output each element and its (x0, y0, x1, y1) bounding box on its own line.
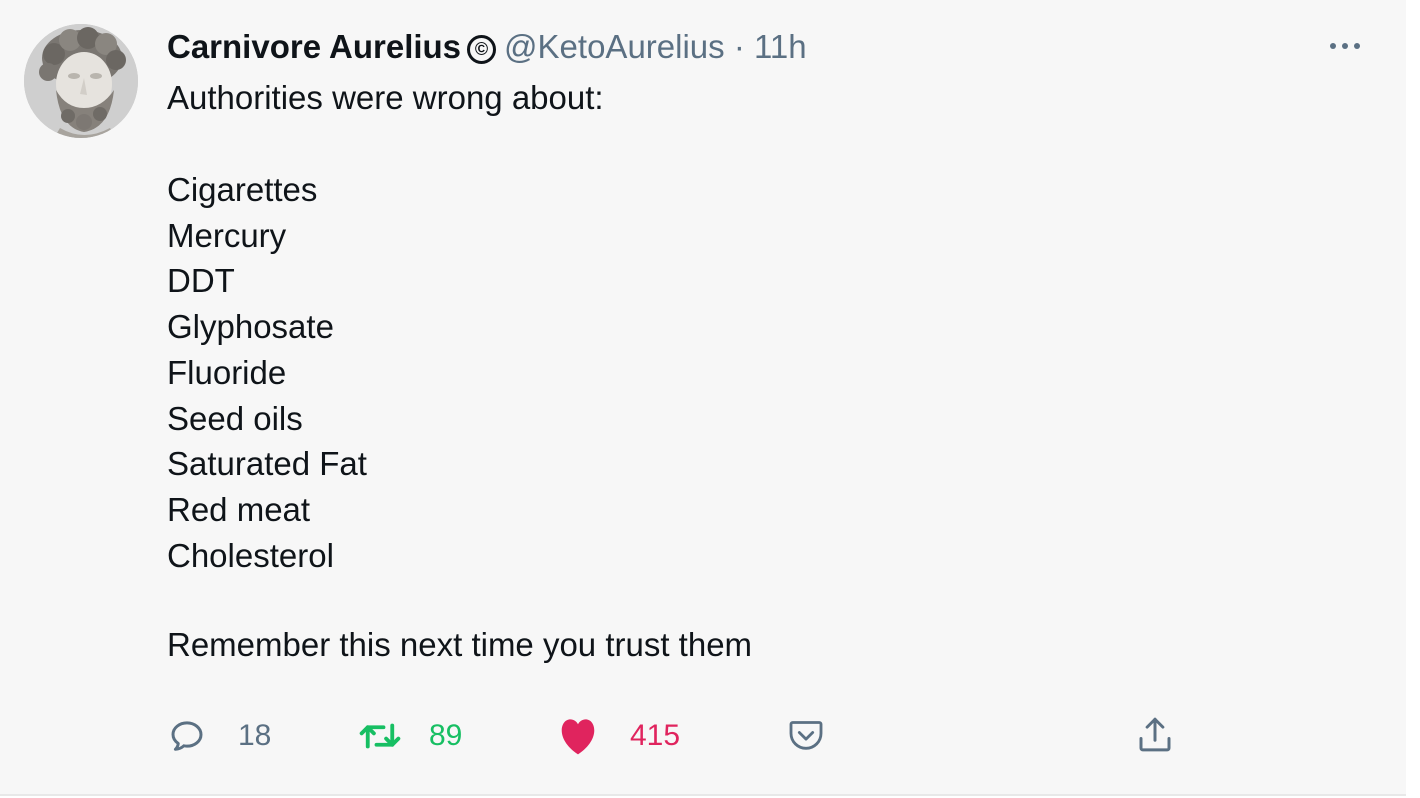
retweet-button[interactable]: 89 (357, 715, 462, 757)
list-item: Mercury (167, 216, 287, 254)
more-icon[interactable] (1330, 36, 1370, 56)
list-item: Glyphosate (167, 308, 334, 346)
share-icon (1139, 717, 1171, 752)
tweet-card: Carnivore Aurelius © @KetoAurelius · 11h A… (0, 0, 1406, 796)
tweet-text: Authorities were wrong about: Cigarettes… (167, 75, 604, 578)
display-name[interactable]: Carnivore Aurelius (167, 28, 461, 65)
avatar[interactable] (24, 24, 138, 138)
pocket-button[interactable] (786, 715, 826, 755)
copyright-badge-icon: © (467, 35, 497, 64)
timestamp[interactable]: 11h (754, 28, 807, 65)
list-item: DDT (167, 262, 235, 300)
avatar-statue-image (24, 24, 138, 138)
reply-button[interactable]: 18 (166, 715, 271, 757)
list-item: Red meat (167, 490, 311, 528)
like-count: 415 (630, 719, 681, 752)
tweet-list: Cigarettes Mercury DDT Glyphosate Fluori… (167, 167, 604, 578)
reply-icon (171, 721, 203, 751)
heart-icon (561, 719, 595, 755)
pocket-icon (789, 721, 823, 750)
reply-count: 18 (238, 719, 272, 752)
retweet-count: 89 (429, 719, 463, 752)
handle[interactable]: @KetoAurelius (504, 28, 725, 65)
tweet-intro: Authorities were wrong about: (167, 79, 604, 116)
list-item: Fluoride (167, 353, 287, 391)
retweet-icon (359, 723, 401, 749)
list-item: Seed oils (167, 399, 303, 437)
tweet-header: Carnivore Aurelius © @KetoAurelius · 11h (167, 26, 807, 68)
list-item: Cholesterol (167, 536, 334, 574)
like-button[interactable]: 415 (556, 715, 680, 757)
share-button[interactable] (1134, 713, 1176, 757)
list-item: Saturated Fat (167, 445, 367, 483)
list-item: Cigarettes (167, 171, 318, 208)
tweet-closing: Remember this next time you trust them (167, 626, 753, 663)
separator: · (733, 28, 745, 65)
